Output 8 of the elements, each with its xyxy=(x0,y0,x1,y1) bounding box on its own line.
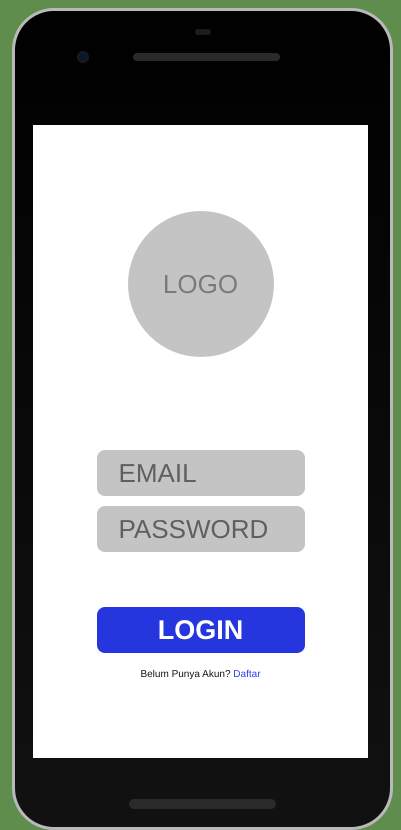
sensor-slot xyxy=(194,29,210,35)
logo-text: LOGO xyxy=(162,268,238,300)
input-field[interactable]: PASSWORD xyxy=(96,506,304,552)
input-field[interactable]: EMAIL xyxy=(96,450,304,496)
register-link[interactable]: Daftar xyxy=(233,669,261,680)
camera-lens xyxy=(77,51,89,63)
signup-prompt: Belum Punya Akun? Daftar xyxy=(140,668,261,682)
login-button[interactable]: LOGIN xyxy=(96,607,304,653)
